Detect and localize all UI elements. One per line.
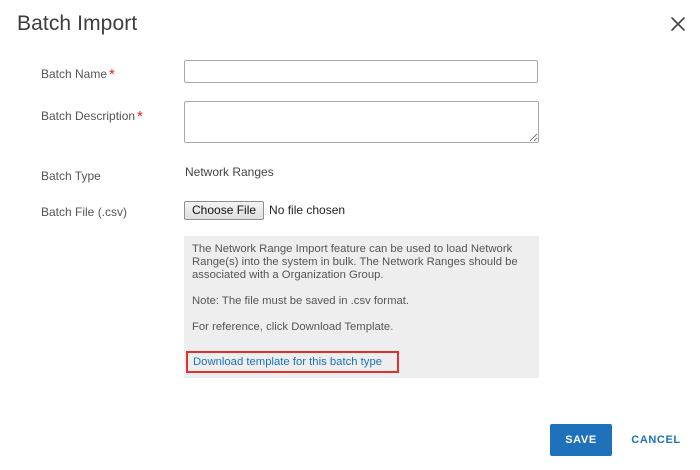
batch-description-textarea[interactable] [184, 101, 539, 143]
batch-import-dialog: Batch Import Batch Name * Batch Descripti… [0, 0, 700, 470]
download-template-link[interactable]: Download template for this batch type [186, 351, 399, 373]
batch-type-label: Batch Type [41, 169, 101, 183]
batch-name-label: Batch Name * [41, 65, 115, 83]
batch-description-label-text: Batch Description [41, 109, 136, 123]
cancel-button[interactable]: CANCEL [627, 424, 685, 456]
close-icon [671, 17, 685, 31]
batch-file-label: Batch File (.csv) [41, 205, 128, 219]
info-description: The Network Range Import feature can be … [192, 243, 518, 281]
file-picker: Choose File No file chosen [184, 200, 345, 220]
save-button[interactable]: SAVE [550, 424, 612, 456]
required-marker: * [137, 108, 143, 125]
file-status: No file chosen [269, 203, 346, 217]
close-button[interactable] [668, 14, 688, 34]
dialog-title: Batch Import [17, 12, 138, 35]
batch-name-input[interactable] [184, 60, 538, 83]
required-marker: * [109, 66, 115, 83]
info-reference: For reference, click Download Template. [192, 321, 394, 333]
info-note: Note: The file must be saved in .csv for… [192, 295, 410, 307]
batch-name-label-text: Batch Name [41, 67, 108, 81]
batch-description-label: Batch Description * [41, 107, 143, 125]
batch-type-value: Network Ranges [185, 165, 274, 179]
choose-file-button[interactable]: Choose File [184, 200, 265, 220]
